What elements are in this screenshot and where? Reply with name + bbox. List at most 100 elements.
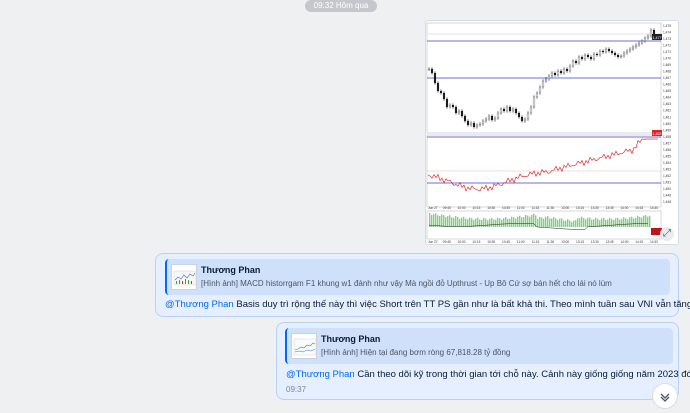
y-tick-label: 1,458: [663, 135, 671, 139]
x-tick-label: Jun 27: [428, 240, 438, 244]
quote-thumbnail: [291, 333, 317, 359]
x-tick-label: 11:15: [532, 206, 540, 210]
histogram-bar: [449, 215, 451, 227]
x-tick-label: 10:45: [502, 206, 510, 210]
x-tick-label: 13:15: [576, 240, 584, 244]
candle-body: [610, 50, 614, 54]
candle-body: [547, 75, 551, 80]
x-tick-label: 10:45: [502, 240, 510, 244]
reply-quote[interactable]: Thương Phan [Hình ảnh] Hiện tại đang bơm…: [285, 328, 673, 364]
candle-body: [511, 108, 515, 112]
candle-body: [499, 108, 503, 114]
histogram-bar: [487, 220, 489, 227]
x-tick-label: 13:00: [561, 206, 569, 210]
candle-body: [580, 56, 584, 60]
histogram-bar: [503, 218, 505, 227]
candle-body: [514, 108, 518, 114]
histogram-bar: [533, 213, 535, 227]
histogram-bar: [433, 214, 435, 227]
x-tick-label: 11:30: [546, 206, 554, 210]
mention-link[interactable]: @Thương Phan: [286, 369, 355, 380]
histogram-bar: [437, 215, 439, 227]
x-tick-label: 13:45: [606, 206, 614, 210]
histogram-bar: [573, 220, 575, 227]
histogram-bar: [587, 217, 589, 227]
candle-body: [472, 122, 476, 128]
x-tick-label: 14:15: [635, 240, 643, 244]
histogram-bar: [611, 218, 613, 227]
x-tick-label: 11:00: [517, 206, 525, 210]
candle-body: [484, 118, 488, 122]
scroll-down-button[interactable]: [652, 383, 678, 409]
x-tick-label: 09:45: [443, 206, 451, 210]
candle-body: [646, 35, 650, 39]
candle-body: [439, 90, 443, 94]
candle-body: [463, 115, 467, 122]
candle-body: [628, 48, 632, 52]
histogram-bar: [513, 217, 515, 227]
candle-body: [532, 96, 536, 108]
histogram-bar: [607, 219, 609, 227]
histogram-bar: [621, 218, 623, 227]
histogram-bar: [547, 216, 549, 227]
histogram-bar: [455, 216, 457, 227]
y-tick-label: 1,463: [663, 102, 671, 106]
candle-body: [457, 110, 461, 114]
message-bubble-pump[interactable]: Thương Phan [Hình ảnh] Hiện tại đang bơm…: [276, 322, 690, 400]
expand-image-icon[interactable]: ⤢: [660, 227, 674, 241]
histogram-bar: [571, 221, 573, 227]
reply-quote[interactable]: Thương Phan [Hình ảnh] MACD historrgam F…: [165, 259, 670, 295]
image-message-chart[interactable]: 1,475 1,474 1,473 1,472 1,471 1,470 1,469 1,468…: [425, 20, 679, 245]
histogram-bar: [471, 218, 473, 227]
x-tick-label: 14:30: [650, 206, 658, 210]
message-bubble-basis[interactable]: Thương Phan [Hình ảnh] MACD historrgam F…: [155, 253, 690, 317]
histogram-bar: [435, 213, 437, 227]
histogram-bar: [641, 217, 643, 227]
histogram-bar: [623, 217, 625, 227]
histogram-bar: [643, 215, 645, 227]
histogram-bar: [593, 219, 595, 227]
x-tick-label: 14:00: [620, 206, 628, 210]
histogram-bar: [505, 217, 507, 227]
mention-link[interactable]: @Thương Phan: [165, 299, 234, 310]
histogram-bar: [531, 214, 533, 227]
y-tick-label: 1,453: [663, 167, 671, 171]
y-tick-label: 1,473: [663, 37, 671, 41]
histogram-bar: [523, 217, 525, 227]
y-tick-label: 1,461: [663, 115, 671, 119]
histogram-bar: [619, 219, 621, 227]
candle-body: [640, 40, 644, 44]
price-tag-top: 1,477: [653, 36, 662, 40]
y-tick-label: 1,456: [663, 148, 671, 152]
y-tick-label: 1,452: [663, 174, 671, 178]
quote-author: Thương Phan: [201, 265, 261, 275]
histogram-bar: [647, 216, 649, 227]
histogram-bar: [451, 217, 453, 227]
histogram-bar: [577, 218, 579, 227]
x-tick-label: 13:15: [576, 206, 584, 210]
histogram-bar: [469, 217, 471, 227]
candle-body: [544, 78, 548, 82]
candle-body: [451, 104, 455, 108]
y-tick-label: 1,450: [663, 187, 671, 191]
candle-body: [433, 72, 437, 84]
histogram-bar: [499, 218, 501, 227]
histogram-bar: [629, 217, 631, 227]
histogram-bar: [493, 219, 495, 227]
candle-body: [502, 108, 506, 112]
candle-body: [430, 68, 434, 74]
histogram-bar: [457, 216, 459, 227]
histogram-bar: [447, 216, 449, 227]
candle-body: [625, 50, 629, 54]
message-time: 09:37: [286, 385, 307, 394]
candle-body: [496, 112, 500, 119]
candle-body: [562, 68, 566, 74]
histogram-bar: [559, 218, 561, 227]
histogram-bar: [489, 218, 491, 227]
quote-text: [Hình ảnh] MACD historrgam F1 khung w1 đ…: [201, 279, 612, 288]
histogram-bar: [649, 215, 651, 227]
histogram-bar: [445, 217, 447, 227]
candle-body: [487, 115, 491, 120]
histogram-bar: [561, 218, 563, 227]
histogram-bar: [515, 218, 517, 227]
